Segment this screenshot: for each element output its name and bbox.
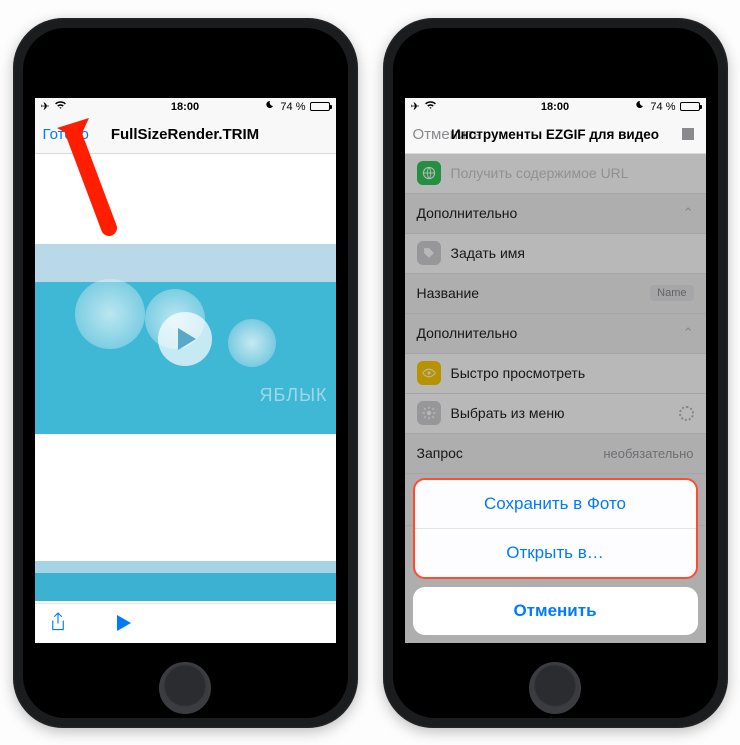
dnd-icon [266, 100, 276, 113]
eye-icon [417, 361, 441, 385]
sheet-cancel-button[interactable]: Отменить [413, 587, 698, 635]
sheet-open-in-button[interactable]: Открыть в… [415, 529, 696, 577]
row-label: Выбрать из меню [451, 405, 669, 421]
chevron-up-icon: ⌃ [683, 205, 694, 221]
dnd-icon [636, 100, 646, 113]
play-icon [178, 328, 196, 350]
row-name-field[interactable]: Название Name [405, 274, 706, 314]
nav-bar: Отменить Инструменты EZGIF для видео [405, 116, 706, 154]
wifi-icon [424, 100, 437, 113]
airplane-icon: ✈ [41, 100, 50, 113]
status-time: 18:00 [541, 101, 569, 113]
video-filmstrip[interactable] [35, 559, 336, 603]
phone-right: ✈ 18:00 74 % Отменить [383, 18, 728, 728]
watermark-text: ЯБЛЫК [259, 385, 327, 406]
row-label: Задать имя [451, 245, 694, 261]
row-label: Получить содержимое URL [451, 165, 694, 181]
status-bar: ✈ 18:00 74 % [405, 98, 706, 116]
row-additional-2[interactable]: Дополнительно ⌃ [405, 314, 706, 354]
play-overlay-button[interactable] [158, 312, 212, 366]
battery-icon [680, 102, 700, 111]
nav-title: FullSizeRender.TRIM [111, 126, 259, 143]
nav-title: Инструменты EZGIF для видео [451, 127, 659, 142]
phone-left: ✈ 18:00 74 % Готово [13, 18, 358, 728]
gear-icon [417, 401, 441, 425]
action-sheet-options: Сохранить в Фото Открыть в… [413, 478, 698, 579]
row-additional-1[interactable]: Дополнительно ⌃ [405, 194, 706, 234]
annotation-arrow-icon [49, 118, 119, 243]
row-get-url-contents[interactable]: Получить содержимое URL [405, 154, 706, 194]
battery-icon [310, 102, 330, 111]
sheet-save-to-photos-button[interactable]: Сохранить в Фото [415, 480, 696, 529]
play-icon[interactable] [117, 615, 131, 631]
row-quicklook[interactable]: Быстро просмотреть [405, 354, 706, 394]
home-button[interactable] [159, 662, 211, 714]
battery-pct: 74 % [280, 101, 305, 113]
row-label: Дополнительно [417, 325, 673, 341]
chevron-up-icon: ⌃ [683, 325, 694, 341]
shortcut-actions-list: Получить содержимое URL Дополнительно ⌃ … [405, 154, 706, 526]
battery-pct: 74 % [650, 101, 675, 113]
row-label: Название [417, 285, 641, 301]
row-label: Запрос [417, 445, 594, 461]
screen-right: ✈ 18:00 74 % Отменить [405, 98, 706, 643]
video-preview[interactable]: ЯБЛЫК [35, 244, 336, 434]
bottom-toolbar [35, 603, 336, 643]
row-label: Дополнительно [417, 205, 673, 221]
status-time: 18:00 [171, 101, 199, 113]
status-bar: ✈ 18:00 74 % [35, 98, 336, 116]
stop-icon[interactable] [682, 128, 694, 140]
home-button[interactable] [529, 662, 581, 714]
share-icon[interactable] [49, 611, 67, 636]
airplane-icon: ✈ [411, 100, 420, 113]
row-choose-from-menu[interactable]: Выбрать из меню [405, 394, 706, 434]
globe-icon [417, 161, 441, 185]
variable-badge[interactable]: Name [650, 285, 693, 301]
row-set-name[interactable]: Задать имя [405, 234, 706, 274]
tag-icon [417, 241, 441, 265]
action-sheet-cancel-group: Отменить [413, 587, 698, 635]
row-request[interactable]: Запрос необязательно [405, 434, 706, 474]
row-label: Быстро просмотреть [451, 365, 694, 381]
filmstrip-thumb[interactable] [35, 561, 336, 601]
blank-area-mid [35, 434, 336, 559]
loading-spinner-icon [679, 406, 694, 421]
action-sheet: Сохранить в Фото Открыть в… Отменить [413, 478, 698, 635]
placeholder-text: необязательно [603, 446, 693, 461]
wifi-icon [54, 100, 67, 113]
